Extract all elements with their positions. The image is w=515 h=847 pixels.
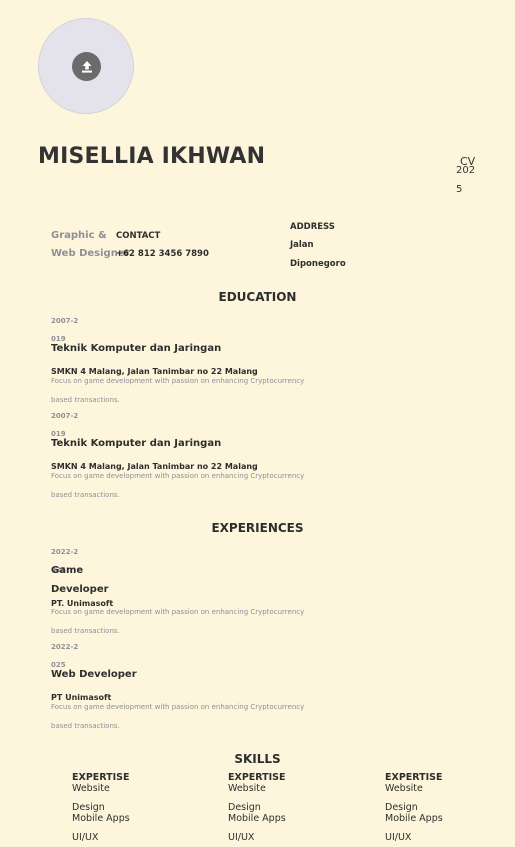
experience-role: Web Developer <box>51 669 137 680</box>
skill-item: Mobile Apps <box>72 813 130 824</box>
skill-item: Mobile Apps <box>228 813 286 824</box>
role-line1: Graphic & <box>51 230 107 241</box>
skills-title: SKILLS <box>234 752 281 766</box>
education-desc-a: Focus on game development with passion o… <box>51 472 305 480</box>
address-line1: Jalan <box>290 240 314 250</box>
upload-icon[interactable] <box>72 52 101 81</box>
experience-date-a: 2022-2 <box>51 548 79 556</box>
education-degree: Teknik Komputer dan Jaringan <box>51 438 222 449</box>
skill-item: Website <box>385 783 423 794</box>
experience-company: PT Unimasoft <box>51 693 112 702</box>
experience-desc-b: based transactions. <box>51 722 120 730</box>
cv-year-part2: 5 <box>456 184 463 195</box>
address-label: ADDRESS <box>290 222 335 232</box>
education-desc-a: Focus on game development with passion o… <box>51 377 305 385</box>
profile-name: MISELLIA IKHWAN <box>38 144 266 169</box>
experience-desc-a: Focus on game development with passion o… <box>51 703 305 711</box>
skill-item: Website <box>228 783 266 794</box>
education-title: EDUCATION <box>218 290 297 304</box>
experience-date-b: 025 <box>51 661 66 669</box>
cv-year-part1: 202 <box>456 165 476 176</box>
contact-label: CONTACT <box>116 231 161 241</box>
skill-column-head: EXPERTISE <box>72 772 130 783</box>
skill-item: UI/UX <box>385 832 412 843</box>
education-school: SMKN 4 Malang, Jalan Tanimbar no 22 Mala… <box>51 462 258 471</box>
experiences-title: EXPERIENCES <box>211 521 304 535</box>
experience-role-a: Game <box>51 565 84 576</box>
skill-item: UI/UX <box>228 832 255 843</box>
education-date-a: 2007-2 <box>51 317 79 325</box>
address-line2: Diponegoro <box>290 259 346 269</box>
experience-desc-a: Focus on game development with passion o… <box>51 608 305 616</box>
skill-item: Website <box>72 783 110 794</box>
skill-item: Mobile Apps <box>385 813 443 824</box>
education-school: SMKN 4 Malang, Jalan Tanimbar no 22 Mala… <box>51 367 258 376</box>
skill-item: Design <box>72 802 105 813</box>
contact-phone: +62 812 3456 7890 <box>116 249 209 259</box>
education-date-b: 019 <box>51 335 66 343</box>
education-desc-b: based transactions. <box>51 491 120 499</box>
experience-role-b: Developer <box>51 584 109 595</box>
education-date-b: 019 <box>51 430 66 438</box>
skill-item: Design <box>228 802 261 813</box>
skill-column-head: EXPERTISE <box>385 772 443 783</box>
education-date-a: 2007-2 <box>51 412 79 420</box>
experience-date-a: 2022-2 <box>51 643 79 651</box>
education-desc-b: based transactions. <box>51 396 120 404</box>
experience-desc-b: based transactions. <box>51 627 120 635</box>
skill-item: UI/UX <box>72 832 99 843</box>
skill-column-head: EXPERTISE <box>228 772 286 783</box>
education-degree: Teknik Komputer dan Jaringan <box>51 343 222 354</box>
experience-company: PT. Unimasoft <box>51 599 114 608</box>
skill-item: Design <box>385 802 418 813</box>
